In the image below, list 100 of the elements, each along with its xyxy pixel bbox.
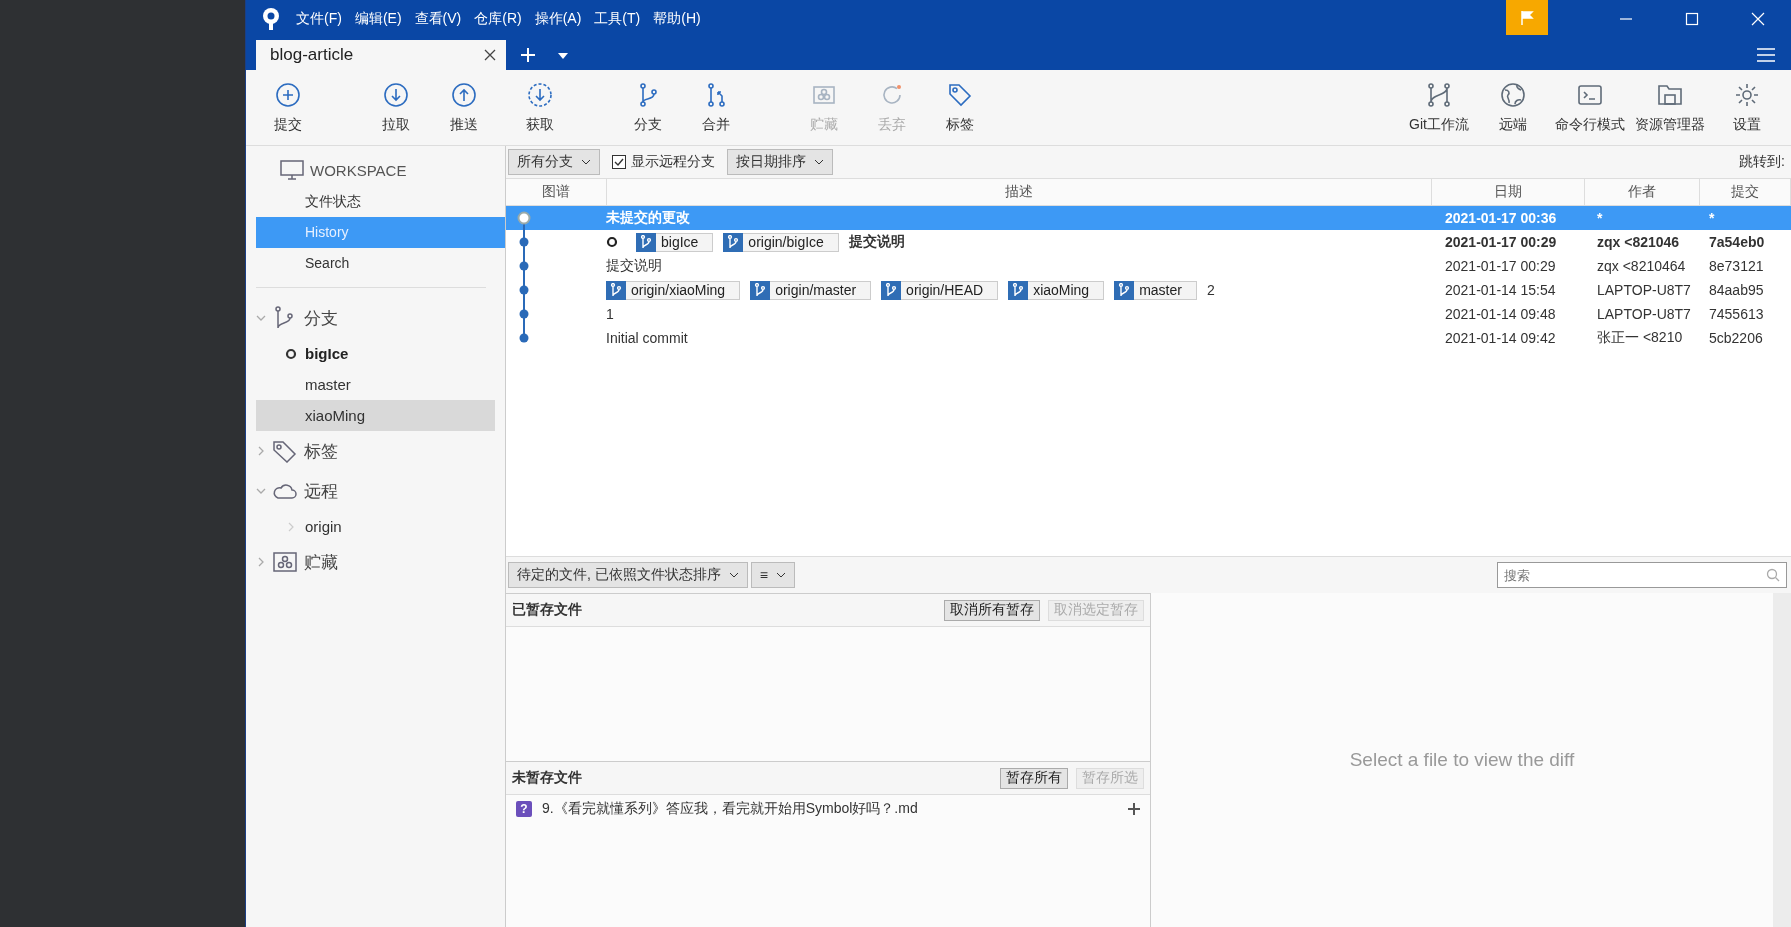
show-remote-checkbox[interactable]: 显示远程分支	[612, 153, 715, 171]
section-title[interactable]: 贮藏	[304, 550, 338, 574]
table-cell-text: 2021-01-14 15:54	[1444, 282, 1557, 298]
file-sort-dropdown[interactable]: 待定的文件, 已依照文件状态排序	[508, 562, 748, 588]
toolbar-button[interactable]: 分支	[614, 81, 682, 134]
branch-item[interactable]: master	[256, 369, 495, 400]
chevron-down-icon	[581, 159, 591, 165]
commit-row[interactable]: origin/xiaoMing origin/master origin/HEAD xiaoMing master 2 2021-01-14 15:54 LAPTOP-U8T7 84aab95	[506, 278, 1791, 302]
menu-item[interactable]: 文件(F)	[296, 10, 342, 28]
repo-tab[interactable]: blog-article	[256, 40, 506, 70]
menu-item[interactable]: 编辑(E)	[354, 10, 402, 28]
current-branch-icon	[284, 347, 297, 360]
table-cell-text: 2021-01-14 09:42	[1444, 330, 1557, 346]
table-cell-text: 2021-01-14 09:48	[1444, 306, 1557, 322]
view-mode-dropdown[interactable]: ≡	[750, 562, 795, 588]
toolbar-button[interactable]: 标签	[926, 81, 994, 134]
toolbar-button[interactable]: 合并	[682, 81, 750, 134]
commit-message: Initial commit	[606, 330, 688, 346]
empty-diff-message: Select a file to view the diff	[1349, 749, 1575, 771]
commit-message: 1	[606, 306, 614, 322]
toolbar-button[interactable]: 获取	[506, 81, 574, 134]
table-cell-text: 7a54eb0	[1708, 234, 1766, 250]
commit-row[interactable]: Initial commit 2021-01-14 09:42 张正一 <8210 5cb2206	[506, 326, 1791, 350]
commit-message: 2	[1206, 282, 1215, 298]
commit-row[interactable]: bigIce origin/bigIce 提交说明 2021-01-17 00:29 zqx <821046 7a54eb0	[506, 230, 1791, 254]
toolbar-button[interactable]: 推送	[430, 81, 498, 134]
branch-item[interactable]: xiaoMing	[256, 400, 495, 431]
branch-icon	[1114, 280, 1135, 300]
chevron-down-icon	[814, 159, 824, 165]
stash-icon	[272, 550, 298, 574]
menu-item[interactable]: 操作(A)	[534, 10, 582, 28]
branch-icon	[881, 280, 902, 300]
commit-message: 未提交的更改	[606, 209, 690, 227]
table-cell-text: LAPTOP-U8T7	[1596, 306, 1692, 322]
caret-icon[interactable]	[558, 53, 568, 59]
chevron-right-icon[interactable]	[256, 446, 266, 456]
section-title[interactable]: 远程	[304, 479, 338, 503]
branch-icon	[636, 232, 656, 252]
table-cell-text: zqx <821046	[1596, 234, 1681, 250]
checkbox-icon	[612, 155, 626, 169]
down-arrow-circle-icon	[383, 81, 409, 108]
search-field[interactable]: 搜索	[1497, 562, 1787, 588]
close-icon[interactable]	[484, 49, 496, 61]
stage-button[interactable]: 暂存所有	[1000, 767, 1068, 789]
add-icon[interactable]	[1128, 803, 1140, 815]
branch-icon	[606, 280, 626, 300]
unstage-button[interactable]: 取消所有暂存	[944, 599, 1040, 621]
toolbar-button[interactable]: Git工作流	[1403, 81, 1475, 134]
chevron-down-icon[interactable]	[256, 486, 266, 496]
column-header[interactable]: 日期	[1432, 179, 1585, 205]
branch-item[interactable]: bigIce	[256, 338, 495, 369]
commit-row[interactable]: 1 2021-01-14 09:48 LAPTOP-U8T7 7455613	[506, 302, 1791, 326]
chevron-down-icon	[728, 572, 739, 578]
add-tab-icon[interactable]	[520, 47, 536, 63]
table-cell-text: 2021-01-17 00:29	[1444, 258, 1557, 274]
tag-icon	[272, 439, 298, 463]
commit-row[interactable]: 提交说明 2021-01-17 00:29 zqx <8210464 8e73121	[506, 254, 1791, 278]
table-cell-text: 5cb2206	[1708, 330, 1764, 346]
column-header[interactable]: 作者	[1585, 179, 1700, 205]
toolbar-button[interactable]: 资源管理器	[1631, 81, 1709, 134]
table-cell-text: *	[1708, 210, 1716, 226]
commit-message: 提交说明	[848, 233, 905, 251]
table-cell-text: 7455613	[1708, 306, 1765, 322]
up-arrow-circle-icon	[451, 81, 477, 108]
table-cell-text: 2021-01-17 00:36	[1444, 210, 1558, 226]
toolbar-button[interactable]: 拉取	[362, 81, 430, 134]
toolbar-button[interactable]: 远端	[1477, 81, 1549, 134]
toolbar-button[interactable]: 命令行模式	[1551, 81, 1629, 134]
commit-message: 提交说明	[606, 257, 662, 275]
menu-item[interactable]: 工具(T)	[594, 10, 641, 28]
column-header[interactable]: 图谱	[506, 179, 607, 205]
maximize-icon[interactable]	[1685, 12, 1699, 26]
table-cell-text: 2021-01-17 00:29	[1444, 234, 1558, 250]
toolbar-button[interactable]: 设置	[1711, 81, 1783, 134]
chevron-right-icon[interactable]	[256, 557, 266, 567]
toolbar-button[interactable]: 提交	[254, 81, 322, 134]
column-header[interactable]: 描述	[607, 179, 1432, 205]
chevron-down-icon	[775, 572, 786, 578]
jump-label: 跳转到:	[1739, 153, 1785, 171]
menu-icon[interactable]	[1757, 48, 1775, 62]
sidebar-item[interactable]: 文件状态	[256, 186, 505, 217]
branch-item[interactable]: origin	[256, 511, 495, 542]
section-title[interactable]: 分支	[304, 306, 338, 330]
branch-icon	[750, 280, 771, 300]
globe-icon	[1500, 81, 1526, 108]
chevron-down-icon[interactable]	[256, 313, 266, 323]
file-status-badge: ?	[516, 801, 532, 817]
menu-item[interactable]: 仓库(R)	[474, 10, 522, 28]
table-cell-text: 8e73121	[1708, 258, 1765, 274]
file-name[interactable]: 9.《看完就懂系列》答应我，看完就开始用Symbol好吗？.md	[542, 800, 918, 818]
table-cell-text: *	[1596, 210, 1604, 226]
menu-item[interactable]: 帮助(H)	[653, 10, 701, 28]
column-header[interactable]: 提交	[1700, 179, 1791, 205]
settings-icon	[1734, 81, 1760, 108]
sidebar-item[interactable]: Search	[256, 248, 505, 279]
branch-filter-dropdown[interactable]: 所有分支	[508, 149, 600, 175]
section-title[interactable]: 标签	[304, 439, 338, 463]
sort-dropdown[interactable]: 按日期排序	[727, 149, 833, 175]
menu-item[interactable]: 查看(V)	[414, 10, 462, 28]
flag-icon	[1520, 9, 1534, 26]
